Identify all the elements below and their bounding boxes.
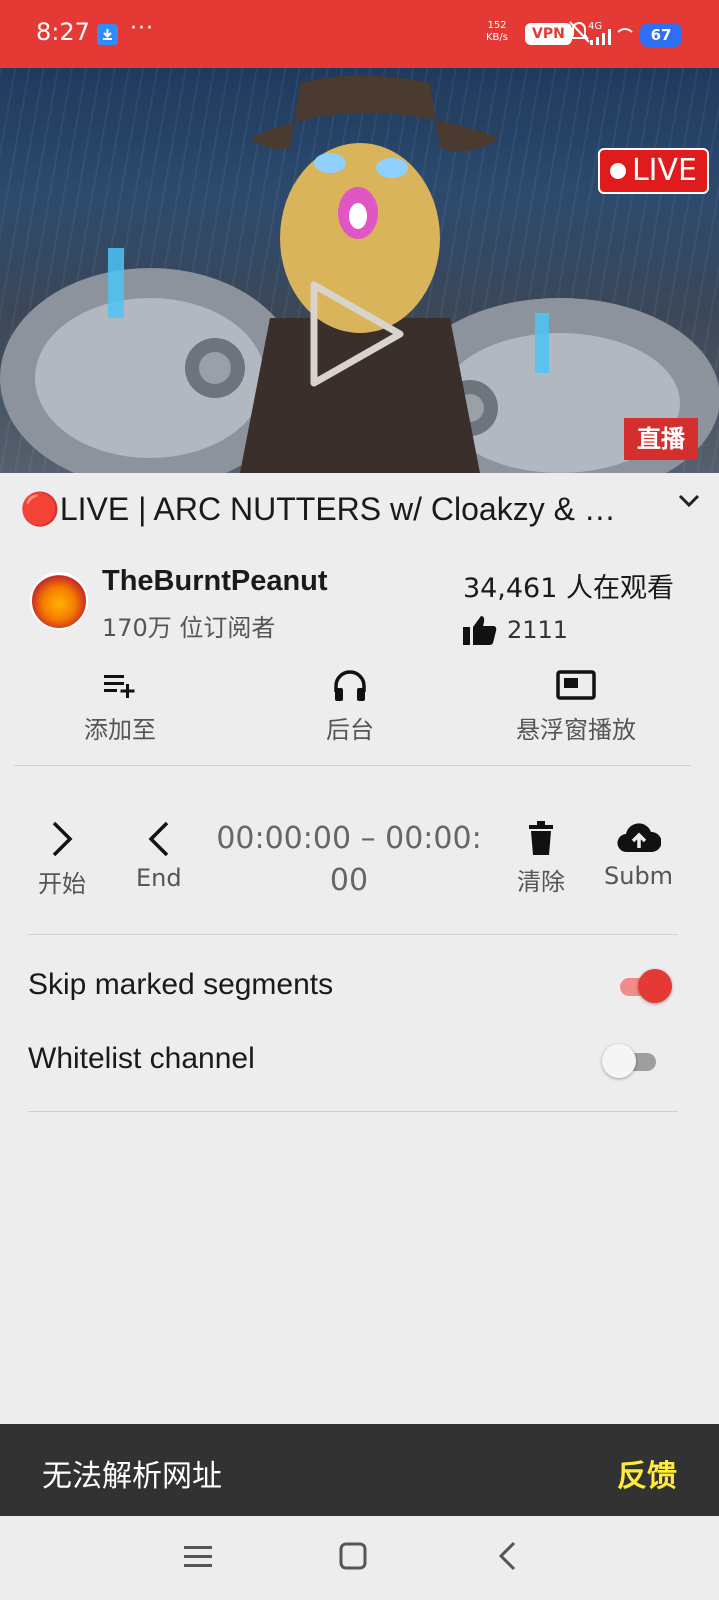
status-time: 8:27 [36, 18, 90, 46]
action-bar: 添加至 后台 悬浮窗播放 [0, 668, 719, 756]
add-to-button[interactable]: 添加至 [84, 668, 156, 745]
divider [28, 1111, 678, 1112]
whitelist-channel-toggle[interactable] [602, 1044, 658, 1078]
live-label-badge: 直播 [624, 418, 698, 460]
playlist-add-icon [104, 675, 135, 698]
chevron-down-icon[interactable] [678, 494, 700, 508]
feedback-button[interactable]: 反馈 [617, 1451, 677, 1495]
segment-time-range: 00:00:00 – 00:00:00 [216, 821, 482, 898]
popup-play-button[interactable]: 悬浮窗播放 [516, 668, 636, 745]
svg-text:4G: 4G [588, 21, 602, 32]
video-title-row[interactable]: 🔴LIVE | ARC NUTTERS w/ Cloakzy & … [20, 488, 700, 532]
submit-segments-button[interactable]: Subm [604, 820, 673, 890]
cloud-upload-icon [617, 823, 661, 853]
snackbar: 无法解析网址 反馈 [0, 1424, 719, 1516]
live-badge: LIVE [597, 148, 709, 194]
divider [14, 765, 691, 766]
avatar[interactable] [30, 572, 88, 630]
download-icon [97, 24, 118, 45]
more-notifications-icon: ··· [130, 16, 154, 41]
trash-icon [529, 821, 553, 855]
skip-segments-label: Skip marked segments [28, 968, 334, 1001]
back-icon[interactable] [496, 1540, 520, 1572]
network-speed: 152 KB/s [486, 20, 508, 43]
subscriber-count: 170万 位订阅者 [102, 614, 276, 642]
channel-name[interactable]: TheBurntPeanut [102, 565, 328, 598]
snackbar-message: 无法解析网址 [42, 1459, 222, 1494]
vpn-badge: VPN [525, 23, 572, 45]
divider [28, 934, 678, 935]
skip-segments-toggle[interactable] [616, 969, 672, 1003]
video-thumbnail [0, 75, 719, 473]
play-icon[interactable] [310, 281, 406, 387]
background-play-button[interactable]: 后台 [326, 668, 374, 745]
like-count: 2111 [507, 616, 569, 644]
headphones-icon [334, 670, 366, 701]
mute-bell-icon [569, 21, 590, 43]
video-player[interactable]: LIVE [0, 68, 719, 473]
video-title: 🔴LIVE | ARC NUTTERS w/ Cloakzy & … [20, 491, 616, 527]
segment-start-button[interactable]: 开始 [38, 820, 86, 899]
clear-segments-button[interactable]: 清除 [517, 820, 565, 897]
live-dot-icon [609, 163, 626, 179]
wifi-icon [617, 28, 633, 33]
chevron-left-icon [148, 821, 169, 857]
viewer-count: 34,461 人在观看 [462, 573, 674, 604]
system-nav-bar [0, 1516, 719, 1600]
status-icons: 4G [568, 18, 638, 54]
menu-icon[interactable] [184, 1540, 212, 1572]
segment-end-button[interactable]: End [136, 820, 182, 892]
status-bar: 8:27 ··· 152 KB/s VPN 4G 67 [0, 0, 719, 68]
whitelist-channel-label: Whitelist channel [28, 1042, 255, 1075]
chevron-right-icon [52, 821, 73, 857]
thumbs-up-icon [463, 616, 497, 645]
battery-indicator: 67 [640, 23, 682, 47]
picture-in-picture-icon [556, 670, 596, 700]
like-button[interactable]: 2111 [463, 614, 568, 646]
home-icon[interactable] [339, 1540, 367, 1572]
